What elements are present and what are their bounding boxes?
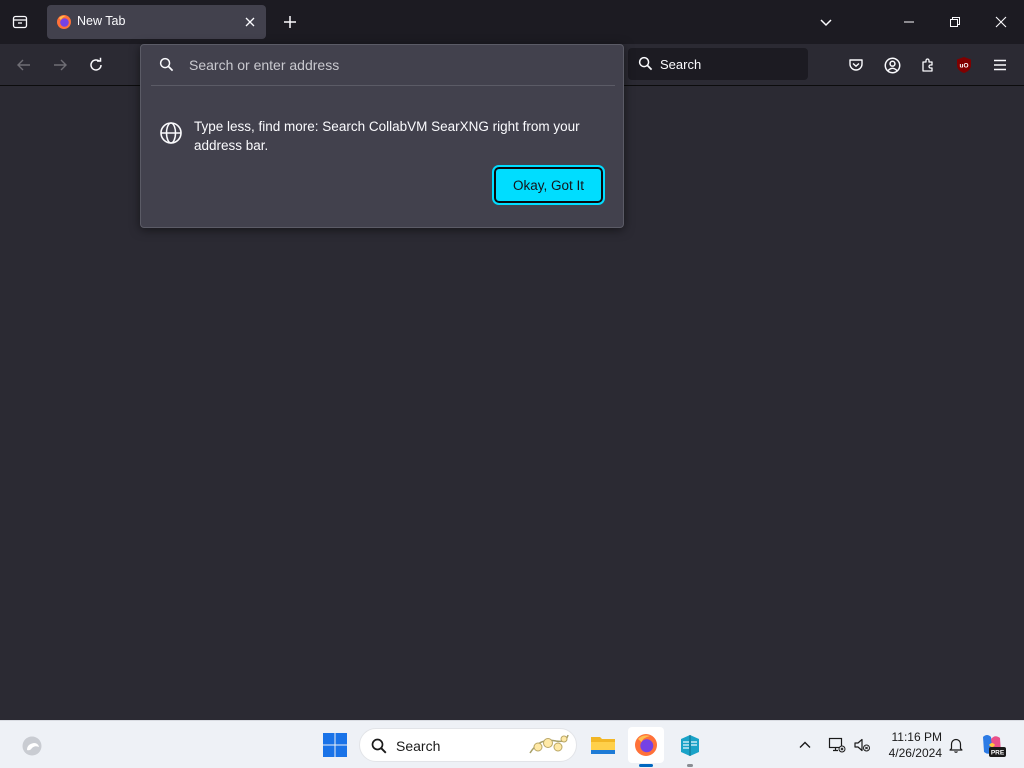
file-explorer-button[interactable]: [585, 727, 621, 763]
chevron-up-icon: [799, 741, 811, 748]
forward-button[interactable]: [47, 52, 73, 78]
urlbar-input[interactable]: [189, 53, 609, 77]
widgets-button[interactable]: [18, 732, 46, 760]
ublock-badge-text: uO: [959, 63, 968, 70]
tip-message: Type less, find more: Search CollabVM Se…: [194, 119, 580, 153]
new-tab-button[interactable]: [278, 10, 302, 34]
windows-logo-icon: [323, 733, 347, 757]
search-icon: [638, 56, 653, 71]
restore-icon: [950, 17, 960, 27]
window-close-button[interactable]: [978, 0, 1024, 44]
tab-title: New Tab: [77, 14, 126, 28]
urlbar-popup: Type less, find more: Search CollabVM Se…: [140, 44, 624, 228]
tab-new-tab[interactable]: New Tab: [47, 5, 266, 39]
back-button[interactable]: [11, 52, 37, 78]
search-bar-label: Search: [660, 57, 702, 72]
app-menu-button[interactable]: [987, 52, 1013, 78]
running-app-indicator: [687, 764, 693, 767]
reload-icon: [90, 57, 102, 71]
taskbar: Search 11:16 PM 4/26/2024 PRE: [0, 720, 1024, 768]
copilot-badge-text: PRE: [991, 750, 1005, 757]
folder-icon: [591, 737, 615, 754]
account-button[interactable]: [879, 52, 905, 78]
taskbar-search-label: Search: [396, 738, 441, 754]
urlbar: [141, 45, 623, 85]
minimize-button[interactable]: [886, 0, 932, 44]
firefox-favicon-icon: [57, 15, 71, 29]
restore-button[interactable]: [932, 0, 978, 44]
start-button[interactable]: [319, 729, 351, 761]
taskbar-clock[interactable]: 11:16 PM 4/26/2024: [878, 729, 942, 761]
copilot-icon: PRE: [983, 735, 1006, 757]
ublock-origin-button[interactable]: uO: [951, 52, 977, 78]
show-hidden-icons-button[interactable]: [794, 734, 816, 756]
arrow-left-icon: [17, 59, 30, 71]
search-icon: [371, 738, 387, 754]
close-icon: [995, 16, 1007, 28]
search-icon: [159, 57, 174, 72]
divider: [151, 85, 615, 86]
minimize-icon: [904, 21, 914, 23]
tab-close-button[interactable]: [240, 12, 260, 32]
pinned-app-button[interactable]: [672, 727, 708, 767]
taskbar-search-box[interactable]: Search: [359, 728, 577, 762]
firefox-taskbar-button[interactable]: [628, 727, 664, 767]
firefox-view-button[interactable]: [8, 10, 32, 34]
firefox-view-icon: [12, 15, 28, 29]
weather-icon: [22, 736, 42, 756]
app-icon: [681, 735, 699, 756]
pocket-button[interactable]: [843, 52, 869, 78]
plus-icon: [284, 16, 296, 28]
copilot-button[interactable]: PRE: [978, 731, 1006, 759]
ublock-origin-icon: uO: [957, 57, 971, 73]
pocket-icon: [849, 59, 863, 71]
hamburger-menu-icon: [994, 59, 1006, 71]
extensions-button[interactable]: [915, 52, 941, 78]
firefox-icon: [635, 734, 657, 756]
close-icon: [245, 17, 255, 27]
network-disconnected-icon: [828, 737, 846, 753]
puzzle-piece-icon: [922, 58, 933, 72]
search-bar[interactable]: Search: [628, 48, 808, 80]
title-bar: New Tab: [0, 0, 1024, 44]
bell-icon: [949, 738, 963, 753]
volume-button[interactable]: [851, 734, 873, 756]
volume-muted-icon: [854, 738, 870, 752]
network-button[interactable]: [826, 734, 848, 756]
chevron-down-icon: [820, 19, 832, 27]
reload-button[interactable]: [83, 52, 109, 78]
account-icon: [884, 57, 900, 73]
globe-icon: [160, 122, 182, 144]
search-highlight-icon: [529, 734, 569, 754]
list-all-tabs-button[interactable]: [814, 10, 838, 34]
clock-time: 11:16 PM: [891, 730, 942, 744]
okay-got-it-button[interactable]: Okay, Got It: [492, 165, 605, 205]
active-app-indicator: [639, 764, 653, 767]
clock-date: 4/26/2024: [888, 746, 942, 760]
notifications-button[interactable]: [945, 734, 967, 756]
arrow-right-icon: [54, 59, 67, 71]
